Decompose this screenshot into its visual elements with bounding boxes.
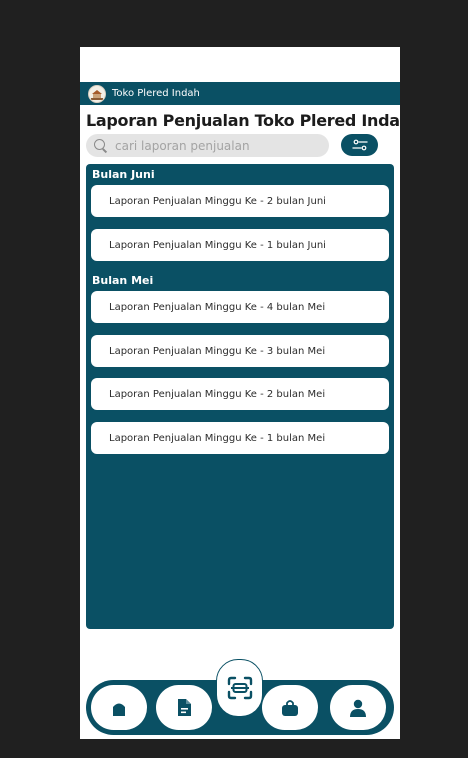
nav-document-button[interactable] [156, 685, 212, 730]
store-logo-icon [88, 84, 106, 103]
report-item[interactable]: Laporan Penjualan Minggu Ke - 1 bulan Me… [91, 422, 389, 454]
filter-button[interactable] [341, 134, 378, 156]
report-item[interactable]: Laporan Penjualan Minggu Ke - 1 bulan Ju… [91, 229, 389, 261]
store-name: Toko Plered Indah [112, 88, 200, 99]
nav-scan-button[interactable] [216, 659, 263, 717]
page-title: Laporan Penjualan Toko Plered Indah [86, 111, 400, 130]
section-label-mei: Bulan Mei [92, 274, 154, 287]
user-icon [350, 699, 366, 717]
filter-icon [351, 139, 368, 151]
nav-profile-button[interactable] [330, 685, 386, 730]
report-item[interactable]: Laporan Penjualan Minggu Ke - 2 bulan Ju… [91, 185, 389, 217]
shopping-bag-icon [282, 699, 298, 716]
search-bar[interactable] [86, 134, 329, 157]
report-item[interactable]: Laporan Penjualan Minggu Ke - 4 bulan Me… [91, 291, 389, 323]
search-input[interactable] [115, 138, 315, 153]
search-icon [94, 139, 108, 153]
section-label-juni: Bulan Juni [92, 168, 155, 181]
scan-icon [227, 676, 252, 700]
report-item[interactable]: Laporan Penjualan Minggu Ke - 2 bulan Me… [91, 378, 389, 410]
report-item[interactable]: Laporan Penjualan Minggu Ke - 3 bulan Me… [91, 335, 389, 367]
app-bar: Toko Plered Indah [80, 82, 400, 105]
report-list-panel: Bulan Juni Laporan Penjualan Minggu Ke -… [86, 164, 394, 629]
home-icon [113, 703, 125, 716]
phone-screen: Toko Plered Indah Laporan Penjualan Toko… [80, 47, 400, 739]
nav-shop-button[interactable] [262, 685, 318, 730]
nav-home-button[interactable] [91, 685, 147, 730]
document-icon [178, 699, 191, 716]
